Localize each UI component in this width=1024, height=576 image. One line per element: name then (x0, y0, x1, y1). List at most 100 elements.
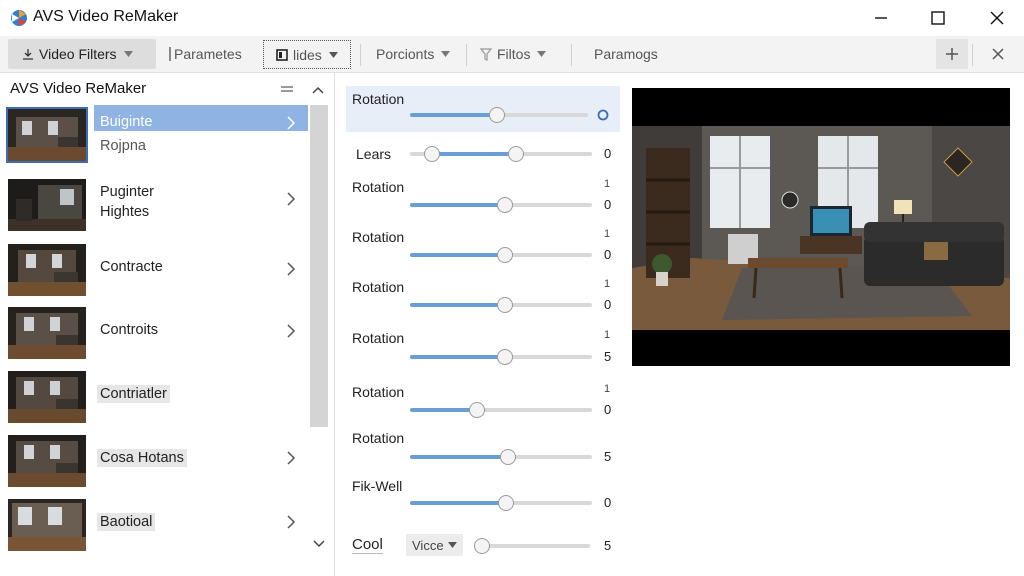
slider-knob[interactable] (496, 297, 513, 313)
param-row-cool[interactable]: Cool Vicce 5 (346, 533, 616, 563)
chevron-up-icon[interactable] (312, 81, 324, 99)
range-knob-low[interactable] (423, 146, 440, 162)
param-row-rotation[interactable]: Rotation 1 0 (346, 177, 616, 219)
slider-track[interactable] (410, 449, 592, 465)
close-panel-button[interactable] (982, 39, 1014, 69)
list-scrollbar[interactable] (308, 103, 330, 573)
slider-knob[interactable] (500, 449, 517, 465)
toolbar: Video Filters Parametes lides Porcionts … (0, 36, 1024, 73)
porcionts-label: Porcionts (376, 46, 435, 62)
param-label: Cool (352, 536, 383, 554)
filtos-button[interactable]: Filtos (480, 39, 547, 69)
param-small-value: 1 (604, 383, 611, 395)
menu-icon[interactable] (281, 81, 293, 99)
list-item-sublabel: Hightes (100, 204, 150, 220)
chevron-down-icon (123, 51, 133, 57)
param-small-value: 1 (604, 278, 611, 290)
param-row-rotation[interactable]: Rotation 1 0 (346, 228, 616, 270)
slider-knob[interactable] (496, 247, 513, 263)
list-item-label-wrap: Cosa Hotans (97, 449, 187, 468)
param-value: 5 (604, 538, 612, 553)
list-item[interactable]: Contracte (4, 238, 306, 300)
filter-list: Buiginte Rojpna Puginter Hightes Contrac… (0, 103, 308, 573)
slider-track[interactable] (410, 349, 592, 365)
square-icon (276, 48, 288, 61)
param-row-rotation[interactable]: Rotation 5 (346, 429, 616, 471)
parametes-button[interactable]: Parametes (168, 39, 242, 69)
list-item-label: Contriatler (97, 385, 170, 403)
minimize-icon (875, 17, 887, 19)
slider-knob[interactable] (498, 495, 515, 511)
slider-track[interactable] (410, 495, 592, 511)
close-icon (990, 11, 1004, 25)
thumbnail (8, 179, 86, 231)
param-label: Rotation (352, 179, 405, 195)
thumbnail (8, 307, 86, 359)
video-preview[interactable] (632, 88, 1010, 366)
slider-fill (410, 303, 505, 307)
param-row-rotation[interactable]: Rotation 1 0 (346, 383, 616, 425)
list-item-sublabel: Rojpna (100, 138, 146, 154)
chevron-down-icon[interactable] (313, 540, 325, 548)
chevron-right-icon (287, 116, 296, 130)
paramogs-button[interactable]: Paramogs (594, 39, 658, 69)
slider-knob[interactable] (496, 197, 513, 213)
slider-knob[interactable] (469, 402, 486, 418)
vicce-dropdown[interactable]: Vicce (406, 534, 463, 556)
list-item-label-wrap: Baotioal (97, 513, 156, 532)
slider-track[interactable] (410, 402, 592, 418)
close-icon (992, 48, 1004, 60)
slider-track[interactable] (410, 247, 592, 263)
list-item[interactable]: Baotioal (4, 493, 306, 555)
video-filters-label: Video Filters (39, 46, 117, 62)
param-value: 0 (604, 297, 612, 312)
maximize-button[interactable] (915, 4, 961, 32)
list-item-label: Cosa Hotans (97, 449, 187, 467)
slider-knob[interactable] (496, 349, 513, 365)
param-row-rotation[interactable]: Rotation 1 0 (346, 278, 616, 320)
slider-track[interactable] (410, 107, 588, 123)
param-row-fik-well[interactable]: Fik-Well 0 (346, 477, 616, 519)
list-item-label: Contracte (100, 259, 163, 275)
circle-icon[interactable] (597, 109, 609, 121)
param-row-rotation[interactable]: Rotation 1 5 (346, 329, 616, 371)
range-knob-high[interactable] (507, 146, 524, 162)
minimize-button[interactable] (858, 4, 904, 32)
slider-track[interactable] (410, 297, 592, 313)
slider-track[interactable] (474, 538, 590, 554)
chevron-right-icon (287, 324, 296, 338)
bar-icon (168, 47, 172, 61)
filter-icon (22, 48, 34, 60)
list-item[interactable]: Puginter Hightes (4, 173, 306, 235)
dropdown-value: Vicce (412, 537, 444, 553)
range-slider-track[interactable] (410, 146, 592, 162)
chevron-right-icon (287, 451, 296, 465)
porcionts-button[interactable]: Porcionts (376, 39, 451, 69)
chevron-down-icon (537, 51, 547, 57)
list-item[interactable]: Contriatler (4, 365, 306, 427)
list-item[interactable]: Controits (4, 301, 306, 363)
list-item[interactable]: Buiginte Rojpna (4, 103, 308, 165)
scrollbar-thumb[interactable] (310, 105, 328, 427)
param-small-value: 1 (604, 228, 611, 240)
slider-fill (410, 113, 498, 117)
add-button[interactable] (936, 39, 968, 69)
param-small-value: 1 (604, 329, 611, 341)
slider-knob[interactable] (489, 107, 506, 123)
list-item[interactable]: Cosa Hotans (4, 429, 306, 491)
slider-track[interactable] (410, 197, 592, 213)
param-value: 5 (604, 449, 612, 464)
video-filters-button[interactable]: Video Filters (8, 39, 156, 69)
toolbar-divider (972, 44, 973, 66)
thumbnail (8, 499, 86, 551)
param-row-rotation[interactable]: Rotation (346, 88, 616, 134)
slider-fill (410, 355, 505, 359)
chevron-right-icon (287, 515, 296, 529)
slider-fill (410, 455, 509, 459)
close-button[interactable] (974, 4, 1020, 32)
list-item-label: Puginter (100, 184, 155, 200)
list-item-label: Baotioal (97, 513, 156, 531)
slider-knob[interactable] (474, 538, 490, 554)
lides-button[interactable]: lides (263, 40, 351, 69)
param-row-lears[interactable]: Lears 0 (346, 141, 616, 171)
